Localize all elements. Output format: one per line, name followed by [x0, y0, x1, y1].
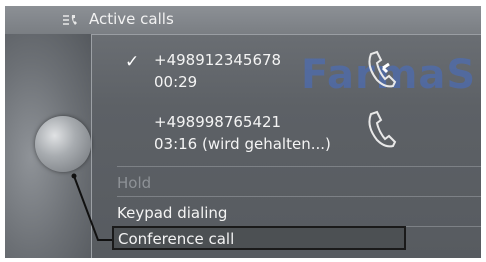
- idrive-screen: Active calls FarmaS ✓ +498912345678 00:2…: [5, 6, 481, 258]
- hold-menu-item[interactable]: Hold: [117, 174, 151, 192]
- check-icon: ✓: [125, 52, 140, 72]
- call-status: 03:16 (wird gehalten...): [154, 135, 331, 153]
- divider: [91, 34, 110, 258]
- conference-call-label: Conference call: [118, 230, 235, 248]
- page-title: Active calls: [89, 10, 174, 28]
- keypad-dialing-menu-item[interactable]: Keypad dialing: [117, 204, 227, 222]
- call-number: +498912345678: [154, 51, 282, 69]
- separator: [117, 166, 481, 167]
- phone-menu-icon: [63, 15, 77, 25]
- idrive-controller: [35, 116, 91, 172]
- call-number: +498998765421: [154, 113, 282, 131]
- hang-up-phone-icon[interactable]: [365, 50, 399, 90]
- call-duration: 00:29: [154, 73, 198, 91]
- title-bar: Active calls: [5, 6, 481, 35]
- conference-call-menu-item[interactable]: Conference call: [112, 226, 406, 250]
- separator: [117, 196, 481, 197]
- phone-icon[interactable]: [365, 110, 399, 150]
